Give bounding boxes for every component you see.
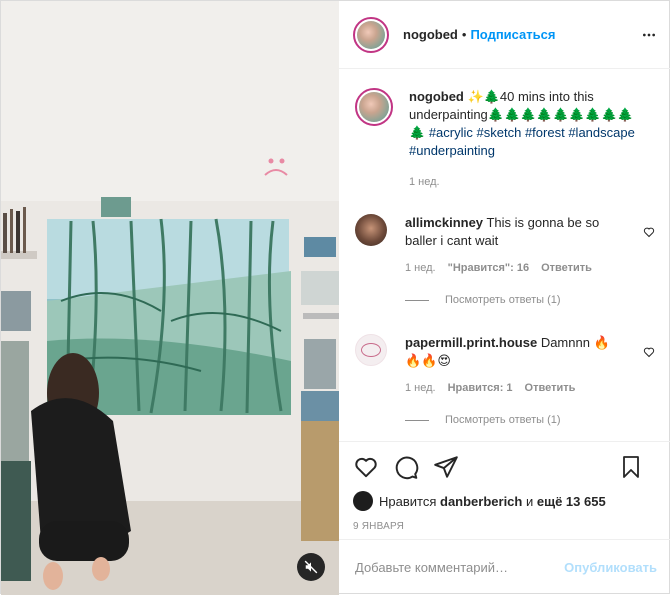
action-icons — [353, 452, 657, 482]
caption-username[interactable]: nogobed — [409, 89, 464, 104]
commenter-avatar[interactable] — [355, 214, 387, 246]
caption-time[interactable]: 1 нед. — [409, 176, 440, 188]
caption-avatar[interactable] — [355, 88, 393, 126]
reply-button[interactable]: Ответить — [541, 262, 592, 274]
hashtag[interactable]: #landscape — [568, 125, 635, 140]
comment-time[interactable]: 1 нед. — [405, 262, 436, 274]
caption-meta: 1 нед. — [409, 176, 643, 188]
comment-heart-icon[interactable] — [643, 346, 655, 358]
author-avatar[interactable] — [353, 16, 389, 53]
view-replies[interactable]: Посмотреть ответы (1) — [405, 294, 655, 306]
reply-button[interactable]: Ответить — [525, 382, 576, 394]
comment-likes[interactable]: "Нравится": 16 — [448, 262, 529, 274]
post-date[interactable]: 9 ЯНВАРЯ — [353, 521, 657, 532]
view-replies-label: Посмотреть ответы (1) — [445, 294, 561, 306]
replies-divider — [405, 419, 429, 421]
comment-username[interactable]: allimckinney — [405, 215, 483, 230]
likes-middle: и — [525, 493, 534, 509]
post-header: nogobed • Подписаться — [339, 1, 670, 69]
comment-row: papermill.print.house Damnnn 🔥🔥🔥😍 1 нед.… — [355, 334, 655, 394]
comment-row: allimckinney This is gonna be so baller … — [355, 214, 655, 274]
more-horizontal-icon[interactable] — [641, 27, 657, 43]
comment-username[interactable]: papermill.print.house — [405, 335, 537, 350]
post-video[interactable] — [1, 1, 339, 595]
post-details: nogobed • Подписаться nogobed ✨🌲40 mins … — [339, 1, 670, 595]
liker-username[interactable]: danberberich — [440, 494, 522, 509]
author-username[interactable]: nogobed — [403, 27, 458, 42]
comments-scroll[interactable]: nogobed ✨🌲40 mins into this underpaintin… — [339, 70, 670, 440]
caption-text: nogobed ✨🌲40 mins into this underpaintin… — [409, 88, 643, 160]
bookmark-icon[interactable] — [619, 455, 643, 479]
view-replies[interactable]: Посмотреть ответы (1) — [405, 414, 655, 426]
comment-heart-icon[interactable] — [643, 226, 655, 238]
comment-text: allimckinney This is gonna be so baller … — [405, 214, 625, 250]
video-frame-image — [1, 1, 339, 595]
comment-input[interactable] — [355, 560, 565, 575]
hashtag[interactable]: #sketch — [477, 125, 522, 140]
comment-likes[interactable]: Нравится: 1 — [448, 382, 513, 394]
comment-meta: 1 нед. "Нравится": 16 Ответить — [405, 262, 625, 274]
hashtag[interactable]: #forest — [525, 125, 565, 140]
separator-dot: • — [461, 27, 467, 42]
post-actions: Нравится danberberich и ещё 13 655 9 ЯНВ… — [339, 441, 670, 532]
commenter-avatar[interactable] — [355, 334, 387, 366]
publish-button[interactable]: Опубликовать — [564, 560, 657, 575]
replies-divider — [405, 299, 429, 301]
instagram-post: nogobed • Подписаться nogobed ✨🌲40 mins … — [0, 0, 670, 595]
likes-summary: Нравится danberberich и ещё 13 655 — [353, 491, 657, 511]
likes-count[interactable]: ещё 13 655 — [537, 494, 606, 509]
follow-button[interactable]: Подписаться — [470, 27, 555, 42]
comment-meta: 1 нед. Нравится: 1 Ответить — [405, 382, 625, 394]
comment-text: papermill.print.house Damnnn 🔥🔥🔥😍 — [405, 334, 625, 370]
hashtag[interactable]: #acrylic — [429, 125, 473, 140]
comment-icon[interactable] — [393, 454, 419, 480]
comment-time[interactable]: 1 нед. — [405, 382, 436, 394]
liker-avatar[interactable] — [353, 491, 373, 511]
send-icon[interactable] — [433, 454, 459, 480]
speaker-muted-icon — [304, 560, 318, 574]
likes-prefix: Нравится — [379, 493, 437, 509]
heart-icon[interactable] — [353, 454, 379, 480]
view-replies-label: Посмотреть ответы (1) — [445, 414, 561, 426]
mute-button[interactable] — [297, 553, 325, 581]
caption-row: nogobed ✨🌲40 mins into this underpaintin… — [355, 88, 655, 188]
hashtag[interactable]: #underpainting — [409, 143, 495, 158]
comment-composer: Опубликовать — [339, 539, 670, 595]
